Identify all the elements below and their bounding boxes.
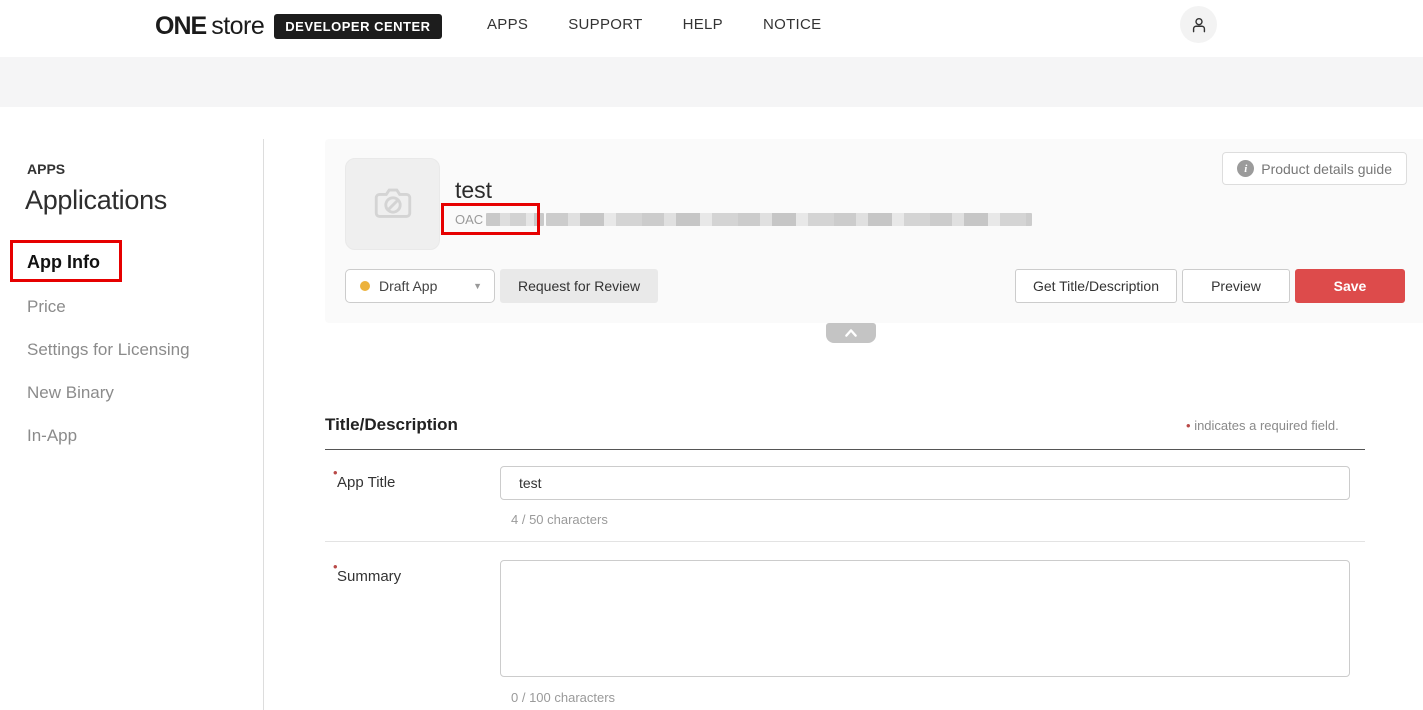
sidebar-item-app-info[interactable]: App Info: [27, 252, 100, 273]
chevron-up-icon: [843, 327, 859, 339]
required-dot-icon: •: [1186, 418, 1191, 433]
sub-header-band: [0, 57, 1423, 107]
required-note-text: indicates a required field.: [1194, 418, 1339, 433]
section-title: Title/Description: [325, 415, 458, 435]
guide-button-label: Product details guide: [1261, 161, 1392, 177]
chevron-down-icon: ▼: [473, 281, 482, 291]
app-icon-placeholder: [345, 158, 440, 250]
field-divider: [325, 541, 1365, 542]
collapse-panel-button[interactable]: [826, 323, 876, 343]
redacted-app-id: [486, 213, 544, 226]
app-title-label: App Title: [337, 474, 395, 491]
app-header-panel: test OAC Draft App ▼ Request for Review …: [325, 139, 1423, 323]
app-title-counter: 4 / 50 characters: [511, 512, 608, 527]
product-details-guide-button[interactable]: i Product details guide: [1222, 152, 1407, 185]
onestore-logo[interactable]: ONE store DEVELOPER CENTER: [155, 12, 442, 41]
redacted-app-id-tail: [546, 213, 1032, 226]
sidebar-section-label: APPS: [27, 161, 65, 177]
section-divider: [325, 449, 1365, 450]
required-field-note: • indicates a required field.: [1186, 418, 1339, 433]
no-image-camera-icon: [370, 181, 416, 227]
request-for-review-button[interactable]: Request for Review: [500, 269, 658, 303]
summary-label: Summary: [337, 568, 401, 585]
nav-support[interactable]: SUPPORT: [568, 16, 642, 33]
sidebar-title: Applications: [25, 185, 167, 216]
developer-center-page: ONE store DEVELOPER CENTER APPS SUPPORT …: [0, 0, 1423, 710]
summary-counter: 0 / 100 characters: [511, 690, 615, 705]
status-row: Draft App ▼ Request for Review: [345, 269, 658, 303]
nav-apps[interactable]: APPS: [487, 16, 528, 33]
app-id-line: OAC: [455, 212, 544, 227]
sidebar-item-in-app[interactable]: In-App: [27, 426, 77, 446]
info-icon: i: [1237, 160, 1254, 177]
status-dot-icon: [360, 281, 370, 291]
header-actions: Get Title/Description Preview Save: [1015, 269, 1405, 303]
preview-button[interactable]: Preview: [1182, 269, 1290, 303]
app-id-prefix: OAC: [455, 212, 483, 227]
developer-center-badge: DEVELOPER CENTER: [274, 14, 441, 39]
get-title-description-button[interactable]: Get Title/Description: [1015, 269, 1177, 303]
nav-notice[interactable]: NOTICE: [763, 16, 821, 33]
app-title-input[interactable]: [500, 466, 1350, 500]
save-button[interactable]: Save: [1295, 269, 1405, 303]
logo-one-text: ONE: [155, 12, 206, 41]
status-selected-value: Draft App: [379, 278, 473, 294]
app-status-dropdown[interactable]: Draft App ▼: [345, 269, 495, 303]
app-title-heading: test: [455, 177, 492, 204]
user-account-button[interactable]: [1180, 6, 1217, 43]
nav-help[interactable]: HELP: [683, 16, 723, 33]
user-icon: [1189, 15, 1209, 35]
sidebar-item-settings-for-licensing[interactable]: Settings for Licensing: [27, 340, 190, 360]
top-header: ONE store DEVELOPER CENTER APPS SUPPORT …: [0, 0, 1423, 57]
sidebar-item-price[interactable]: Price: [27, 297, 66, 317]
summary-textarea[interactable]: [500, 560, 1350, 677]
sidebar-divider: [263, 139, 264, 710]
logo-store-text: store: [211, 12, 264, 41]
sidebar-item-new-binary[interactable]: New Binary: [27, 383, 114, 403]
top-navigation: APPS SUPPORT HELP NOTICE: [487, 16, 821, 33]
